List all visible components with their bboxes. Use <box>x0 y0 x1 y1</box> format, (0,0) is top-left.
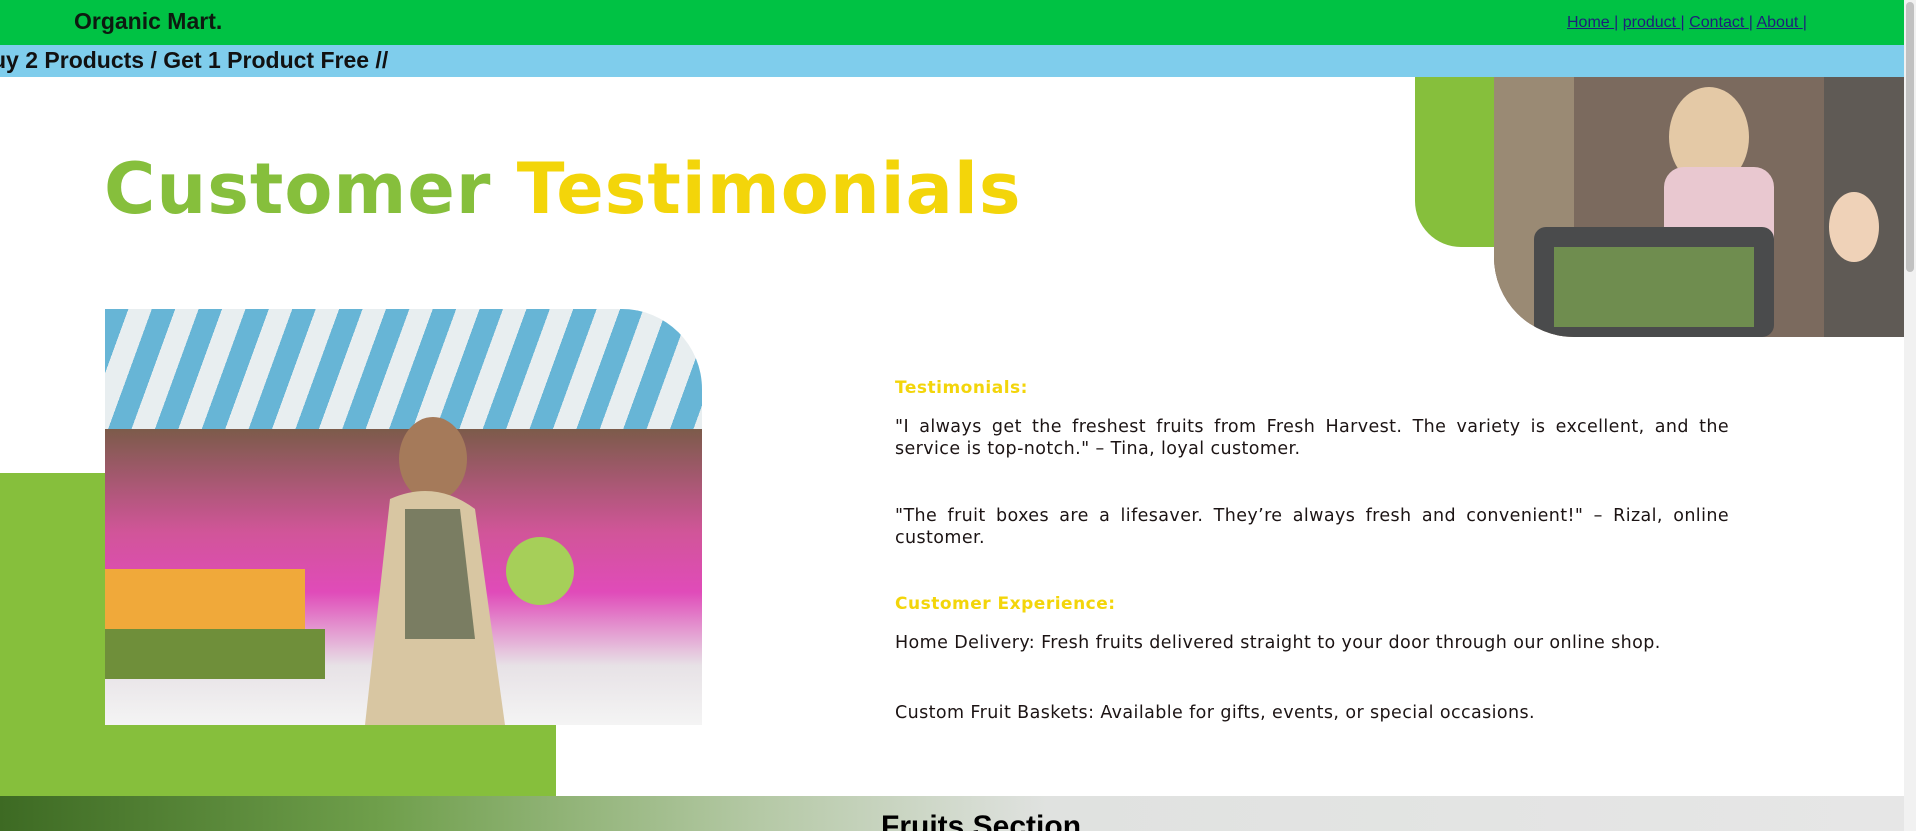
nav-separator: | <box>1802 14 1807 31</box>
testimonials-heading: Testimonials: <box>895 378 1028 398</box>
promo-marquee: uy 2 Products / Get 1 Product Free // <box>0 45 1904 77</box>
main-nav: Home | product | Contact | About | <box>1567 14 1807 32</box>
title-word-customer: Customer <box>104 148 492 230</box>
top-navbar: Organic Mart. Home | product | Contact |… <box>0 0 1904 45</box>
fruits-section-title: Fruits Section <box>881 810 1082 831</box>
nav-separator: | <box>1748 14 1753 31</box>
promo-text: uy 2 Products / Get 1 Product Free // <box>0 47 389 73</box>
nav-link-home[interactable]: Home <box>1567 14 1614 31</box>
nav-separator: | <box>1680 14 1685 31</box>
testimonial-quote: "The fruit boxes are a lifesaver. They’r… <box>895 506 1729 548</box>
shopping-cart-photo <box>1494 77 1904 337</box>
page-title: Customer Testimonials <box>104 148 1022 230</box>
nav-separator: | <box>1614 14 1619 31</box>
nav-link-about[interactable]: About <box>1756 14 1802 31</box>
fruit-market-photo <box>105 309 702 725</box>
customer-experience-heading: Customer Experience: <box>895 594 1116 614</box>
scrollbar-thumb[interactable] <box>1906 2 1914 272</box>
shopper-illustration <box>105 417 574 725</box>
experience-item: Home Delivery: Fresh fruits delivered st… <box>895 633 1661 653</box>
experience-item: Custom Fruit Baskets: Available for gift… <box>895 703 1535 723</box>
testimonial-quote: "I always get the freshest fruits from F… <box>895 417 1729 459</box>
title-word-testimonials: Testimonials <box>516 148 1022 230</box>
shopping-cart-illustration <box>1494 77 1904 337</box>
nav-link-product[interactable]: product <box>1623 14 1681 31</box>
nav-link-contact[interactable]: Contact <box>1689 14 1749 31</box>
brand-logo[interactable]: Organic Mart. <box>74 8 222 35</box>
fruits-section-banner: Fruits Section <box>0 796 1904 831</box>
